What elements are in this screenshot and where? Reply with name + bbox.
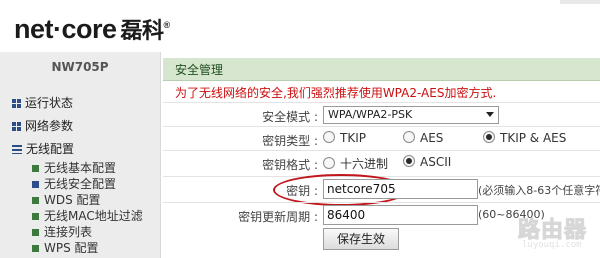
sidebar-item-label: WDS 配置 — [44, 193, 101, 207]
bullet-icon — [32, 213, 39, 220]
watermark: 路由器 luyouqi.com — [478, 210, 596, 254]
security-notice: 为了无线网络的安全,我们强烈推荐使用WPA2-AES加密方式. — [175, 86, 497, 100]
model-name: NW705P — [51, 60, 109, 74]
key-hint: (必须输入8-63个任意字符 — [478, 184, 600, 197]
radio-tkip-aes[interactable]: TKIP & AES — [483, 131, 566, 145]
logo-text: net·core — [14, 14, 117, 44]
key-update-input[interactable]: 86400 — [323, 205, 478, 225]
radio-aes[interactable]: AES — [403, 131, 443, 145]
radio-circle-icon — [403, 131, 415, 143]
sidebar-item-mac-filter[interactable]: 无线MAC地址过滤 — [32, 208, 143, 224]
radio-label: AES — [420, 131, 444, 145]
radio-label: 十六进制 — [340, 157, 389, 171]
nav-status-label: 运行状态 — [25, 96, 74, 110]
bullet-icon — [32, 245, 39, 252]
section-header: 安全管理 — [163, 58, 600, 81]
bullet-icon — [32, 229, 39, 236]
row-security-mode: 安全模式 : WPA/WPA2-PSK — [163, 102, 600, 127]
sidebar-item-wireless-basic[interactable]: 无线基本配置 — [32, 160, 116, 176]
list-icon — [12, 145, 22, 154]
row-key: 密钥 : netcore705 (必须输入8-63个任意字符 — [163, 174, 600, 206]
key-label: 密钥 : — [286, 184, 318, 198]
watermark-sub: luyouqi.com — [522, 240, 582, 250]
radio-circle-icon — [323, 157, 335, 169]
grid-icon — [12, 122, 21, 131]
nav-wireless[interactable]: 无线配置 — [12, 140, 74, 158]
radio-circle-icon — [323, 131, 335, 143]
main-panel: 安全管理 为了无线网络的安全,我们强烈推荐使用WPA2-AES加密方式. 安全模… — [163, 52, 600, 258]
top-edge — [560, 0, 600, 4]
radio-label: TKIP & AES — [500, 131, 567, 145]
bullet-icon — [32, 197, 39, 204]
chevron-down-icon — [486, 112, 494, 117]
netcore-logo: net·core 磊科® — [14, 13, 170, 45]
key-type-label: 密钥类型 : — [262, 134, 318, 148]
grid-icon — [12, 99, 21, 108]
sidebar-item-wps[interactable]: WPS 配置 — [32, 240, 99, 256]
nav-network[interactable]: 网络参数 — [12, 117, 73, 135]
radio-ascii[interactable]: ASCII — [403, 155, 451, 169]
logo-cn: 磊科 — [120, 18, 165, 43]
sidebar-item-label: 无线MAC地址过滤 — [44, 209, 143, 223]
row-key-format: 密钥格式 : 十六进制 ASCII — [163, 150, 600, 175]
radio-label: ASCII — [420, 155, 452, 169]
radio-label: TKIP — [340, 131, 366, 145]
sidebar-item-label: 无线基本配置 — [44, 161, 117, 175]
sidebar-item-wds[interactable]: WDS 配置 — [32, 192, 101, 208]
nav-status[interactable]: 运行状态 — [12, 94, 73, 112]
sidebar-item-wireless-security[interactable]: 无线安全配置 — [32, 176, 116, 192]
security-mode-label: 安全模式 : — [262, 110, 318, 124]
header: net·core 磊科® — [0, 0, 600, 52]
security-mode-value: WPA/WPA2-PSK — [328, 108, 413, 121]
logo-reg: ® — [163, 20, 171, 30]
sidebar: NW705P 运行状态 网络参数 无线配置 无线基本配置 无线安全配置 WDS … — [0, 52, 161, 258]
radio-selected-icon — [403, 155, 415, 167]
security-mode-select[interactable]: WPA/WPA2-PSK — [323, 106, 499, 124]
sidebar-item-label: 无线安全配置 — [44, 177, 117, 191]
nav-network-label: 网络参数 — [25, 119, 74, 133]
sidebar-item-label: WPS 配置 — [44, 241, 99, 255]
key-input[interactable]: netcore705 — [323, 179, 478, 199]
radio-tkip[interactable]: TKIP — [323, 131, 366, 145]
radio-selected-icon — [483, 131, 495, 143]
bullet-icon — [32, 165, 39, 172]
sidebar-item-label: 连接列表 — [44, 225, 93, 239]
sidebar-item-connection-list[interactable]: 连接列表 — [32, 224, 92, 240]
section-title: 安全管理 — [175, 63, 224, 77]
save-button[interactable]: 保存生效 — [323, 228, 399, 250]
nav-wireless-label: 无线配置 — [26, 142, 75, 156]
key-update-label: 密钥更新周期 : — [238, 210, 318, 224]
bullet-icon — [32, 181, 39, 188]
row-key-type: 密钥类型 : TKIP AES TKIP & AES — [163, 126, 600, 151]
key-format-label: 密钥格式 : — [262, 158, 318, 172]
radio-hex[interactable]: 十六进制 — [323, 155, 388, 172]
